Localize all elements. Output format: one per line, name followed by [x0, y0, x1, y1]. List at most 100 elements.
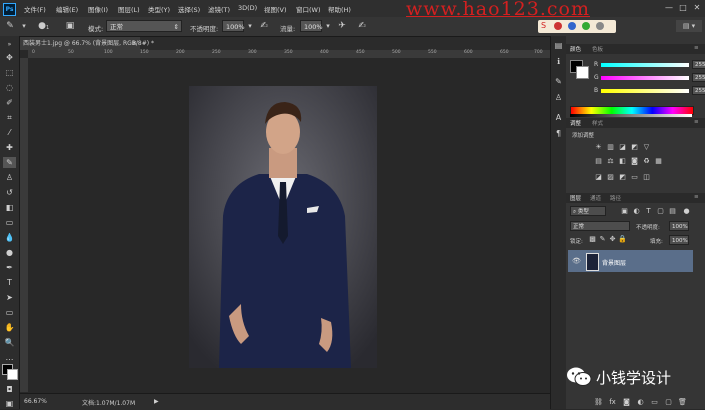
mode-select[interactable]: 正常 ⇕: [106, 20, 182, 32]
blue-channel-slider[interactable]: B 255: [594, 86, 705, 96]
eyedropper-tool-icon[interactable]: ⁄: [3, 127, 16, 138]
black-white-icon[interactable]: ◧: [618, 157, 627, 166]
curves-icon[interactable]: ◪: [618, 143, 627, 152]
channel-mixer-icon[interactable]: ♻: [642, 157, 651, 166]
menu-window[interactable]: 窗口(W): [296, 4, 321, 14]
menu-help[interactable]: 帮助(H): [328, 4, 351, 14]
blur-tool-icon[interactable]: 💧: [3, 232, 16, 243]
color-lookup-icon[interactable]: ▦: [654, 157, 663, 166]
layer-row[interactable]: 👁 背景图层: [568, 250, 693, 272]
lasso-tool-icon[interactable]: ◌: [3, 82, 16, 93]
screen-mode-icon[interactable]: ▣: [3, 398, 16, 409]
healing-brush-tool-icon[interactable]: ✚: [3, 142, 16, 153]
red-channel-track[interactable]: [601, 63, 689, 67]
filter-smart-object-icon[interactable]: ▤: [668, 207, 677, 216]
document-info[interactable]: 文档:1.07M/1.07M: [82, 398, 135, 407]
tab-paths[interactable]: 路径: [610, 194, 621, 202]
type-tool-icon[interactable]: T: [3, 277, 16, 288]
hue-saturation-icon[interactable]: ▤: [594, 157, 603, 166]
photo-filter-icon[interactable]: ◙: [630, 157, 639, 166]
tab-adjustments[interactable]: 调整: [570, 119, 581, 127]
lock-transparent-icon[interactable]: ▩: [588, 235, 597, 244]
minimize-button[interactable]: —: [664, 3, 674, 13]
menu-filter[interactable]: 滤镜(T): [208, 4, 230, 14]
menu-view[interactable]: 视图(V): [264, 4, 287, 14]
new-layer-icon[interactable]: ▢: [664, 398, 673, 407]
tab-channels[interactable]: 通道: [590, 194, 601, 202]
opacity-dropdown-icon[interactable]: ▾: [244, 20, 256, 32]
menu-3d[interactable]: 3D(D): [238, 4, 257, 12]
blend-mode-select[interactable]: 正常: [570, 221, 630, 231]
marquee-tool-icon[interactable]: ⬚: [3, 67, 16, 78]
pressure-size-icon[interactable]: ✍: [356, 20, 368, 32]
filter-pixel-icon[interactable]: ▣: [620, 207, 629, 216]
lock-all-icon[interactable]: 🔒: [618, 235, 627, 244]
brush-tool-preset-icon[interactable]: ✎: [4, 20, 16, 32]
dropdown-arrow-icon[interactable]: ▾: [18, 20, 30, 32]
menu-image[interactable]: 图像(I): [88, 4, 108, 14]
menu-layer[interactable]: 图层(L): [118, 4, 140, 14]
panel-menu-icon[interactable]: ≡: [694, 194, 699, 200]
visibility-eye-icon[interactable]: 👁: [572, 257, 581, 265]
green-channel-value[interactable]: 255: [692, 73, 705, 82]
status-menu-arrow-icon[interactable]: ▶: [154, 398, 159, 405]
color-balance-icon[interactable]: ⚖: [606, 157, 615, 166]
tab-layers[interactable]: 图层: [570, 194, 581, 202]
crop-tool-icon[interactable]: ⌗: [3, 112, 16, 123]
clone-stamp-tool-icon[interactable]: ♙: [3, 172, 16, 183]
close-button[interactable]: ✕: [692, 3, 702, 13]
background-color-swatch[interactable]: [576, 66, 589, 79]
selective-color-icon[interactable]: ◫: [642, 173, 651, 182]
brush-panel-icon[interactable]: ▣: [64, 20, 76, 32]
blue-channel-track[interactable]: [601, 89, 689, 93]
menu-select[interactable]: 选择(S): [178, 4, 200, 14]
panel-menu-icon[interactable]: ≡: [694, 45, 699, 51]
quick-mask-icon[interactable]: ◘: [3, 384, 16, 395]
red-channel-slider[interactable]: R 255: [594, 60, 705, 70]
filter-type-icon[interactable]: T: [644, 207, 653, 216]
edit-toolbar-icon[interactable]: …: [3, 352, 16, 363]
grayscale-ramp[interactable]: [570, 114, 692, 117]
lock-pixels-icon[interactable]: ✎: [598, 235, 607, 244]
threshold-icon[interactable]: ◩: [618, 173, 627, 182]
flow-input[interactable]: 100%: [300, 20, 323, 32]
layer-opacity-input[interactable]: 100%: [669, 221, 689, 231]
dodge-tool-icon[interactable]: ●: [3, 247, 16, 258]
delete-layer-icon[interactable]: 🗑: [678, 398, 687, 407]
zoom-tool-icon[interactable]: 🔍: [3, 337, 16, 348]
exposure-icon[interactable]: ◩: [630, 143, 639, 152]
fill-input[interactable]: 100%: [669, 235, 689, 245]
blue-channel-value[interactable]: 255: [692, 86, 705, 95]
brush-tool-icon[interactable]: ✎: [3, 157, 16, 168]
tab-color[interactable]: 颜色: [570, 45, 581, 53]
document-tab[interactable]: 西装男士1.jpg @ 66.7% (背景图层, RGB/8#) * ✕: [20, 37, 154, 50]
levels-icon[interactable]: ▥: [606, 143, 615, 152]
tab-swatches[interactable]: 色板: [592, 45, 603, 53]
workspace-switcher[interactable]: ▤ ▾: [676, 20, 702, 32]
clone-source-panel-icon[interactable]: ♙: [553, 92, 564, 103]
red-channel-value[interactable]: 255: [692, 60, 705, 69]
brush-panel-icon[interactable]: ✎: [553, 76, 564, 87]
layer-style-icon[interactable]: fx: [608, 398, 617, 407]
gradient-map-icon[interactable]: ▭: [630, 173, 639, 182]
filter-toggle-icon[interactable]: ●: [682, 207, 691, 216]
panel-menu-icon[interactable]: ≡: [694, 119, 699, 125]
history-panel-icon[interactable]: ▤: [553, 40, 564, 51]
lock-position-icon[interactable]: ✥: [608, 235, 617, 244]
collapse-panel-icon[interactable]: »: [3, 39, 16, 50]
gradient-tool-icon[interactable]: ▭: [3, 217, 16, 228]
close-tab-icon[interactable]: ✕: [132, 37, 137, 50]
new-group-icon[interactable]: ▭: [650, 398, 659, 407]
menu-file[interactable]: 文件(F): [24, 4, 46, 14]
menu-type[interactable]: 类型(Y): [148, 4, 170, 14]
hand-tool-icon[interactable]: ✋: [3, 322, 16, 333]
path-selection-tool-icon[interactable]: ➤: [3, 292, 16, 303]
quick-selection-tool-icon[interactable]: ✐: [3, 97, 16, 108]
ime-toolbar[interactable]: S: [538, 20, 616, 33]
menu-edit[interactable]: 编辑(E): [56, 4, 78, 14]
filter-adjustment-icon[interactable]: ◐: [632, 207, 641, 216]
brightness-contrast-icon[interactable]: ☀: [594, 143, 603, 152]
posterize-icon[interactable]: ▨: [606, 173, 615, 182]
flow-dropdown-icon[interactable]: ▾: [322, 20, 334, 32]
green-channel-slider[interactable]: G 255: [594, 73, 705, 83]
